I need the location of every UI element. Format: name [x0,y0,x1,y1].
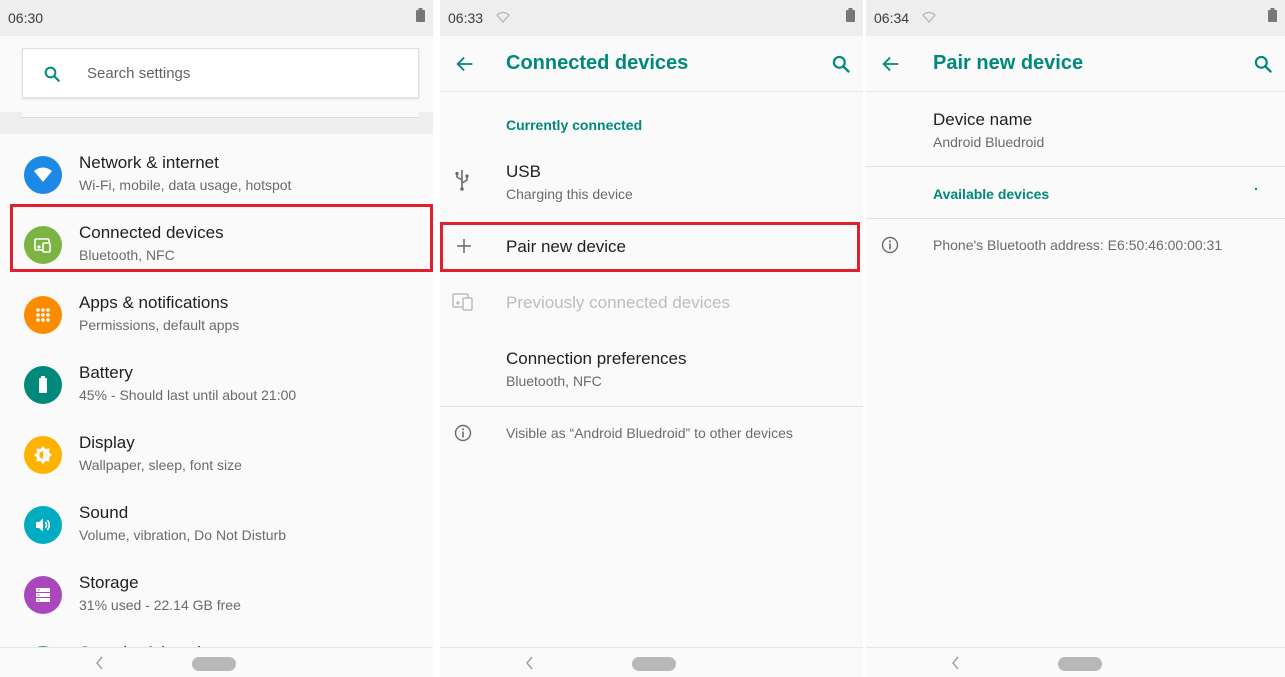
scanning-indicator [1255,188,1257,190]
connection-preferences-subtitle: Bluetooth, NFC [506,373,602,389]
status-bar: 06:34 [866,0,1285,36]
app-bar: Pair new device [866,36,1285,92]
storage-icon [24,576,62,614]
nav-bar [866,647,1285,677]
status-bar: 06:30 [0,0,433,36]
section-header: Currently connected [506,117,643,133]
item-subtitle: 31% used - 22.14 GB free [79,597,241,613]
search-settings-bar[interactable]: Search settings [22,48,419,98]
search-placeholder: Search settings [87,65,191,82]
battery-status-icon [416,8,425,22]
visible-as-info: Visible as “Android Bluedroid” to other … [506,425,793,441]
battery-status-icon [846,8,855,22]
nav-home-button[interactable] [632,657,676,671]
info-icon [881,236,899,254]
section-header: Available devices [933,186,1050,202]
pair-new-device-panel: 06:34 Pair new device Device name Androi… [866,0,1285,677]
nav-back-icon[interactable] [524,655,534,671]
divider [866,218,1285,219]
item-title: Battery [79,363,133,382]
battery-status-icon [1268,8,1277,22]
plus-icon [457,239,471,253]
divider [440,406,863,407]
wifi-icon [24,156,62,194]
item-subtitle: Bluetooth, NFC [79,247,175,263]
info-icon [454,424,472,442]
pair-new-device-label: Pair new device [506,237,627,256]
settings-item-sound[interactable]: Sound Volume, vibration, Do Not Disturb [0,485,433,555]
nav-back-icon[interactable] [94,655,104,671]
back-arrow-icon[interactable] [880,53,902,75]
nav-home-button[interactable] [1058,657,1102,671]
page-title: Pair new device [933,52,1084,74]
settings-panel: 06:30 Search settings Network & internet… [0,0,433,677]
search-icon[interactable] [1253,54,1273,74]
settings-item-apps[interactable]: Apps & notifications Permissions, defaul… [0,275,433,345]
item-subtitle: Permissions, default apps [79,317,240,333]
usb-title: USB [506,162,541,181]
devices-icon [24,226,62,264]
search-separator [0,112,433,134]
bluetooth-address: Phone's Bluetooth address: E6:50:46:00:0… [933,237,1223,253]
item-title: Connected devices [79,223,224,242]
wifi-status-icon [922,11,936,23]
brightness-icon [24,436,62,474]
nav-bar [0,647,433,677]
app-bar: Connected devices [440,36,863,92]
previously-connected-label: Previously connected devices [506,293,730,312]
wifi-status-icon [496,11,510,23]
back-arrow-icon[interactable] [454,53,476,75]
connection-preferences-title: Connection preferences [506,349,687,368]
connected-devices-panel: 06:33 Connected devices Currently connec… [440,0,863,677]
item-subtitle: Wallpaper, sleep, font size [79,457,242,473]
nav-bar [440,647,863,677]
highlight-pair-new-device [440,222,860,272]
item-subtitle: Volume, vibration, Do Not Disturb [79,527,286,543]
status-time: 06:30 [8,10,44,26]
item-subtitle: Wi-Fi, mobile, data usage, hotspot [79,177,292,193]
settings-item-connected-devices[interactable]: Connected devices Bluetooth, NFC [0,205,433,275]
status-time: 06:34 [874,10,910,26]
battery-icon [24,366,62,404]
item-title: Sound [79,503,129,522]
apps-icon [24,296,62,334]
device-name-label: Device name [933,110,1033,129]
status-time: 06:33 [448,10,484,26]
nav-back-icon[interactable] [950,655,960,671]
divider [866,166,1285,167]
device-name-value: Android Bluedroid [933,134,1045,150]
search-icon [44,66,60,82]
usb-icon [455,170,469,191]
settings-item-storage[interactable]: Storage 31% used - 22.14 GB free [0,555,433,625]
settings-item-battery[interactable]: Battery 45% - Should last until about 21… [0,345,433,415]
settings-item-network[interactable]: Network & internet Wi-Fi, mobile, data u… [0,135,433,205]
item-title: Display [79,433,135,452]
usb-subtitle: Charging this device [506,186,633,202]
item-title: Storage [79,573,139,592]
page-title: Connected devices [506,52,689,74]
status-bar: 06:33 [440,0,863,36]
devices-icon [452,293,473,311]
nav-home-button[interactable] [192,657,236,671]
item-title: Apps & notifications [79,293,229,312]
search-icon[interactable] [831,54,851,74]
volume-icon [24,506,62,544]
item-title: Network & internet [79,153,219,172]
item-subtitle: 45% - Should last until about 21:00 [79,387,297,403]
settings-item-display[interactable]: Display Wallpaper, sleep, font size [0,415,433,485]
